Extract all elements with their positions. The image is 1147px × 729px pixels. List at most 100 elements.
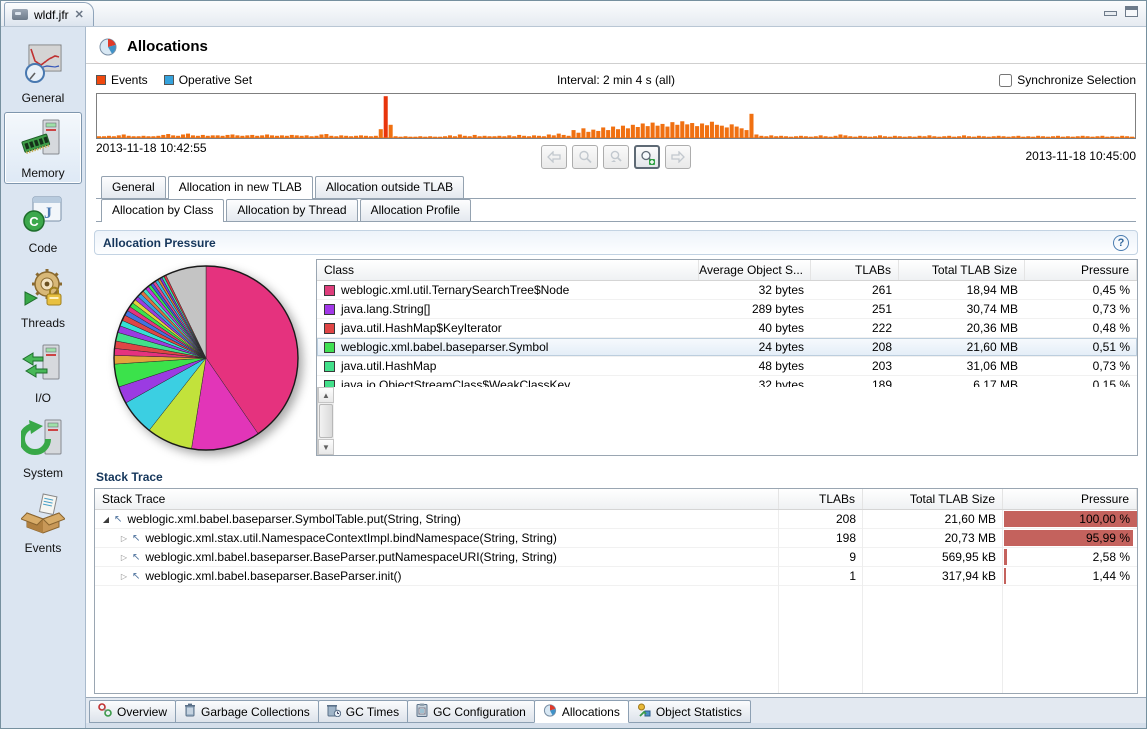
- tab-allocation-in-new-tlab[interactable]: Allocation in new TLAB: [167, 176, 313, 199]
- stack-trace-title: Stack Trace: [96, 470, 163, 484]
- scroll-down-icon[interactable]: ▼: [318, 439, 334, 455]
- help-icon[interactable]: ?: [1113, 234, 1129, 251]
- st-column-header-stack-trace[interactable]: Stack Trace: [95, 489, 779, 509]
- sidebar-item-io[interactable]: I/O: [4, 337, 82, 409]
- stack-trace-table: Stack Trace TLABs Total TLAB Size Pressure …: [94, 488, 1138, 694]
- tree-expanded-icon[interactable]: ◢: [101, 515, 111, 524]
- sidebar-item-events[interactable]: Events: [4, 487, 82, 559]
- gctimes-tab-icon: [326, 703, 341, 720]
- scrollbar-thumb[interactable]: [319, 404, 333, 438]
- table-row[interactable]: java.util.HashMap$KeyIterator 40 bytes 222…: [317, 319, 1137, 338]
- allocation-view-tab-row: Allocation by Class Allocation by Thread A…: [96, 199, 1136, 222]
- scroll-up-icon[interactable]: ▲: [318, 387, 334, 403]
- svg-text:J: J: [44, 205, 52, 222]
- column-header-total-tlab-size[interactable]: Total TLAB Size: [899, 260, 1025, 280]
- stack-frame-icon: ↖: [114, 513, 123, 525]
- view-tab-overview[interactable]: Overview: [89, 700, 177, 723]
- column-header-average-object-s-[interactable]: Average Object S...: [699, 260, 811, 280]
- tab-allocation-outside-tlab[interactable]: Allocation outside TLAB: [314, 176, 465, 198]
- pressure-cell: 0,73 %: [1092, 302, 1130, 316]
- column-header-tlabs[interactable]: TLABs: [811, 260, 899, 280]
- maximize-view-icon[interactable]: [1125, 6, 1138, 17]
- total-tlab-size-cell: 317,94 kB: [941, 569, 996, 583]
- table-row[interactable]: weblogic.xml.util.TernarySearchTree$Node…: [317, 281, 1137, 300]
- st-column-header-total-tlab-size[interactable]: Total TLAB Size: [863, 489, 1003, 509]
- avg-object-size-cell: 32 bytes: [758, 378, 804, 387]
- class-color-swatch: [324, 284, 335, 296]
- column-header-pressure[interactable]: Pressure: [1025, 260, 1137, 280]
- objstats-tab-icon: [637, 703, 651, 720]
- stack-frame-icon: ↖: [132, 532, 141, 544]
- nav-back-button[interactable]: [541, 145, 567, 169]
- sidebar-item-label: Threads: [20, 316, 66, 330]
- sidebar-item-label: I/O: [34, 391, 51, 405]
- subtab-allocation-profile[interactable]: Allocation Profile: [359, 199, 471, 221]
- pressure-cell: 0,51 %: [1092, 340, 1130, 354]
- st-column-header-pressure[interactable]: Pressure: [1003, 489, 1137, 509]
- application-window: wldf.jfr ✕ General Memory J C Code Threads I/O…: [0, 0, 1147, 729]
- table-row[interactable]: java.lang.String[] 289 bytes 251 30,74 MB 0,…: [317, 300, 1137, 319]
- overview-tab-icon: [98, 703, 112, 720]
- sidebar-item-general[interactable]: General: [4, 37, 82, 109]
- events-legend-swatch: [96, 75, 106, 85]
- navigation-sidebar: General Memory J C Code Threads I/O System Event…: [1, 27, 86, 728]
- subtab-allocation-by-thread[interactable]: Allocation by Thread: [226, 199, 358, 221]
- tree-collapsed-icon[interactable]: ▷: [119, 553, 129, 562]
- view-tab-gc[interactable]: Garbage Collections: [175, 700, 319, 723]
- vertical-scrollbar[interactable]: ▲ ▼: [317, 387, 334, 455]
- allocation-pressure-section: Allocation Pressure ? Class Average Objec…: [94, 230, 1138, 694]
- timeline-start-timestamp: 2013-11-18 10:42:55: [96, 141, 207, 155]
- nav-forward-button[interactable]: [665, 145, 691, 169]
- st-column-header-tlabs[interactable]: TLABs: [779, 489, 863, 509]
- sidebar-item-label: System: [22, 466, 63, 480]
- sidebar-item-system[interactable]: System: [4, 412, 82, 484]
- column-header-class[interactable]: Class: [317, 260, 699, 280]
- view-tab-gctimes[interactable]: GC Times: [317, 700, 409, 723]
- timeline-end-timestamp: 2013-11-18 10:45:00: [1025, 149, 1136, 163]
- stack-trace-row[interactable]: ▷ ↖ weblogic.xml.babel.baseparser.BasePars…: [95, 567, 1137, 586]
- editor-tab-bar: wldf.jfr ✕: [1, 1, 1146, 27]
- view-tab-allocations[interactable]: Allocations: [533, 700, 629, 723]
- zoom-out-button[interactable]: [572, 145, 598, 169]
- timeline-legend-row: Events Operative Set Interval: 2 min 4 s…: [96, 70, 1136, 90]
- synchronize-selection-checkbox[interactable]: [999, 73, 1013, 87]
- tree-collapsed-icon[interactable]: ▷: [119, 534, 129, 543]
- sidebar-item-threads[interactable]: Threads: [4, 262, 82, 334]
- method-cell: ▷ ↖ weblogic.xml.babel.baseparser.BasePars…: [119, 550, 557, 564]
- class-color-swatch: [324, 303, 335, 315]
- stack-trace-row[interactable]: ▷ ↖ weblogic.xml.stax.util.NamespaceContex…: [95, 529, 1137, 548]
- sidebar-item-memory[interactable]: Memory: [4, 112, 82, 184]
- editor-content: Allocations Events Operative Set Interva…: [86, 27, 1146, 728]
- sidebar-item-code[interactable]: J C Code: [4, 187, 82, 259]
- svg-text:C: C: [29, 214, 39, 229]
- view-tab-gcconfig[interactable]: GC Configuration: [407, 700, 535, 723]
- table-row[interactable]: java.util.HashMap 48 bytes 203 31,06 MB 0,73…: [317, 357, 1137, 376]
- pressure-bar: [1004, 549, 1008, 565]
- total-tlab-size-cell: 6,17 MB: [973, 378, 1018, 387]
- operative-set-legend-label: Operative Set: [178, 73, 253, 87]
- total-tlab-size-cell: 21,60 MB: [944, 512, 996, 526]
- allocation-by-class-table: Class Average Object S... TLABs Total TLAB …: [316, 259, 1138, 456]
- table-row[interactable]: weblogic.xml.babel.baseparser.Symbol 24 b…: [317, 338, 1137, 357]
- stack-trace-row[interactable]: ▷ ↖ weblogic.xml.babel.baseparser.BasePars…: [95, 548, 1137, 567]
- stack-frame-icon: ↖: [132, 551, 141, 563]
- total-tlab-size-cell: 21,60 MB: [966, 340, 1018, 354]
- minimize-view-icon[interactable]: [1104, 11, 1117, 16]
- editor-tab-wldf[interactable]: wldf.jfr ✕: [4, 2, 94, 26]
- zoom-selection-button[interactable]: [603, 145, 629, 169]
- zoom-in-button[interactable]: [634, 145, 660, 169]
- table-row[interactable]: java.io.ObjectStreamClass$WeakClassKey 32…: [317, 376, 1137, 387]
- legend-operative-set: Operative Set: [163, 73, 253, 87]
- tlabs-cell: 9: [849, 550, 856, 564]
- operative-set-legend-swatch: [163, 75, 174, 85]
- view-tab-objstats[interactable]: Object Statistics: [627, 700, 751, 723]
- close-icon[interactable]: ✕: [75, 8, 84, 21]
- stack-trace-row[interactable]: ◢ ↖ weblogic.xml.babel.baseparser.SymbolTa…: [95, 510, 1137, 529]
- tree-collapsed-icon[interactable]: ▷: [119, 572, 129, 581]
- tab-general[interactable]: General: [101, 176, 166, 198]
- class-cell: weblogic.xml.util.TernarySearchTree$Node: [317, 281, 699, 299]
- subtab-allocation-by-class[interactable]: Allocation by Class: [101, 199, 225, 222]
- timeline-chart[interactable]: [96, 93, 1136, 139]
- view-tab-bar: Overview Garbage Collections GC Times GC Co…: [86, 697, 1146, 723]
- allocation-pie-chart[interactable]: [104, 259, 316, 462]
